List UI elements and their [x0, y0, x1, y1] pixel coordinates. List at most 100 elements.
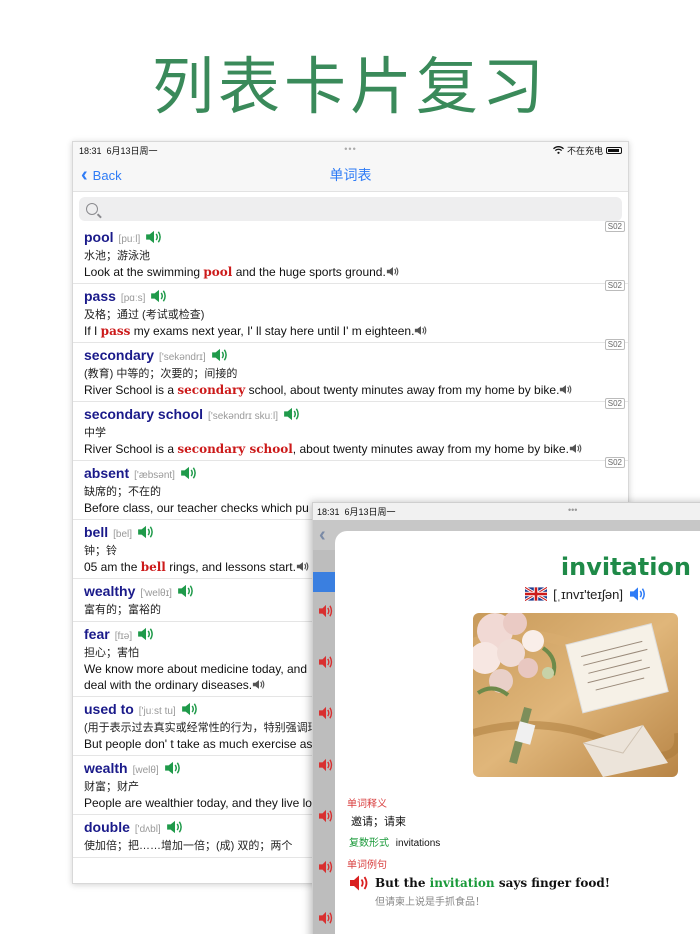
unit-tag: S02 [604, 280, 625, 291]
card-phonetic: [ˌɪnvɪ'teɪʃən] [553, 586, 623, 602]
example-pre: River School is a [84, 442, 178, 456]
example-post: my exams next year, I' ll stay here unti… [130, 324, 415, 338]
speaker-icon[interactable] [145, 230, 163, 244]
speaker-icon[interactable] [137, 627, 155, 641]
example-post: school, about twenty minutes away from m… [245, 383, 560, 397]
word-row[interactable]: S02 secondary ['sekəndrɪ] (教育) 中等的；次要的；间… [73, 339, 628, 402]
word-row[interactable]: S02 pass [pɑːs] 及格；通过 (考试或检查) If I pass m… [73, 280, 628, 343]
status-right: 不在充电 [553, 144, 622, 157]
speaker-icon[interactable] [166, 820, 184, 834]
speaker-icon[interactable] [181, 702, 199, 716]
unit-tag: S02 [604, 339, 625, 350]
word-line: pool [puːl] [84, 228, 618, 248]
status-bar-2: 18:31 6月13日周一 ••• [313, 503, 700, 520]
word-phonetic: ['dʌbl] [134, 824, 161, 835]
status-date-2: 6月13日周一 [344, 507, 396, 517]
example-pre: 05 am the [84, 560, 141, 574]
example-highlight: pass [100, 324, 131, 338]
example-pre: People are wealthier today, and they liv… [84, 796, 312, 810]
word-term: secondary [84, 347, 155, 363]
word-row[interactable]: S02 secondary school ['sekəndrɪ skuːl] 中… [73, 398, 628, 461]
word-example: River School is a secondary school, abou… [84, 382, 618, 398]
speaker-icon[interactable] [177, 584, 195, 598]
word-phonetic: ['sekəndrɪ] [159, 352, 206, 363]
word-phonetic: [puːl] [118, 234, 141, 245]
plural-form: 复数形式 invitations [349, 834, 440, 849]
speaker-icon [318, 655, 334, 669]
example-speaker-icon[interactable] [559, 383, 573, 394]
example-heading: 单词例句 [347, 860, 387, 871]
speaker-icon [318, 860, 334, 874]
word-meaning: 及格；通过 (考试或检查) [84, 309, 205, 321]
speaker-icon[interactable] [180, 466, 198, 480]
battery-icon [606, 147, 622, 154]
plural-value: invitations [395, 838, 441, 849]
back-label: Back [92, 167, 122, 183]
word-term: bell [84, 524, 109, 540]
example-pre: But people don' t take as much exercise … [84, 737, 313, 751]
example-pre: We know more about medicine today, and [84, 662, 308, 676]
speaker-icon [318, 809, 334, 823]
example-highlight: secondary [177, 383, 246, 397]
meaning-text: 邀请；请柬 [351, 816, 406, 828]
speaker-icon[interactable] [211, 348, 229, 362]
example-highlight: secondary school [177, 442, 293, 456]
wifi-icon [553, 145, 564, 156]
example-speaker-icon[interactable] [414, 324, 428, 335]
word-term: pool [84, 229, 114, 245]
word-term: double [84, 819, 130, 835]
speaker-icon[interactable] [283, 407, 301, 421]
search-bar [73, 192, 628, 225]
example-pre: Before class, our teacher checks which p… [84, 501, 309, 515]
speaker-icon[interactable] [629, 586, 647, 602]
word-row[interactable]: S02 pool [puːl] 水池；游泳池 Look at the swimmi… [73, 221, 628, 284]
example-english: But the invitation says finger food! [375, 876, 610, 890]
example-highlight: invitation [429, 876, 495, 890]
example-pre: Look at the swimming [84, 265, 204, 279]
multitask-dots-2[interactable]: ••• [568, 505, 577, 515]
word-line: secondary school ['sekəndrɪ skuːl] [84, 405, 618, 425]
charging-status: 不在充电 [566, 146, 603, 156]
plural-label: 复数形式 [349, 838, 389, 849]
speaker-icon[interactable] [137, 525, 155, 539]
example-speaker-icon[interactable] [386, 265, 400, 276]
chevron-left-icon[interactable]: ‹ [319, 524, 326, 547]
example-pre: If I [84, 324, 101, 338]
word-term: secondary school [84, 406, 204, 422]
example-speaker-icon[interactable] [252, 678, 266, 689]
status-time-2: 18:31 [317, 506, 340, 517]
example-sentence: But the invitation says finger food! [349, 874, 610, 892]
example-cont: deal with the ordinary diseases. [84, 678, 253, 692]
card-pronunciation: [ˌɪnvɪ'teɪʃən] [525, 586, 647, 602]
speaker-icon [318, 758, 334, 772]
word-example: River School is a secondary school, abou… [84, 441, 618, 457]
word-card[interactable]: invitation [ˌɪnvɪ'teɪʃən] 单词释义 邀请；请柬 复数形… [335, 531, 700, 934]
word-phonetic: [bel] [113, 529, 133, 540]
example-post: rings, and lessons start. [165, 560, 296, 574]
back-button[interactable]: ‹ Back [73, 165, 122, 185]
example-speaker-icon[interactable] [569, 442, 583, 453]
unit-tag: S02 [604, 457, 625, 468]
multitask-dots[interactable]: ••• [344, 144, 356, 154]
speaker-icon[interactable] [164, 761, 182, 775]
example-highlight: bell [140, 560, 166, 574]
example-pre: River School is a [84, 383, 178, 397]
word-meaning: 水池；游泳池 [84, 250, 150, 262]
word-term: absent [84, 465, 130, 481]
word-line: absent ['æbsənt] [84, 464, 618, 484]
word-line: secondary ['sekəndrɪ] [84, 346, 618, 366]
word-term: used to [84, 701, 134, 717]
card-word: invitation [560, 553, 691, 581]
example-speaker-icon[interactable] [296, 560, 310, 571]
search-field[interactable] [79, 197, 622, 221]
word-phonetic: ['æbsənt] [134, 470, 175, 481]
uk-flag-icon [525, 587, 548, 601]
word-phonetic: [fɪə] [114, 631, 133, 642]
example-pre: But the [375, 876, 430, 890]
search-input[interactable] [104, 202, 587, 216]
speaker-icon[interactable] [150, 289, 168, 303]
speaker-icon[interactable] [349, 874, 371, 892]
example-highlight: pool [203, 265, 233, 279]
word-term: fear [84, 626, 110, 642]
word-phonetic: ['welθɪ] [140, 588, 172, 599]
